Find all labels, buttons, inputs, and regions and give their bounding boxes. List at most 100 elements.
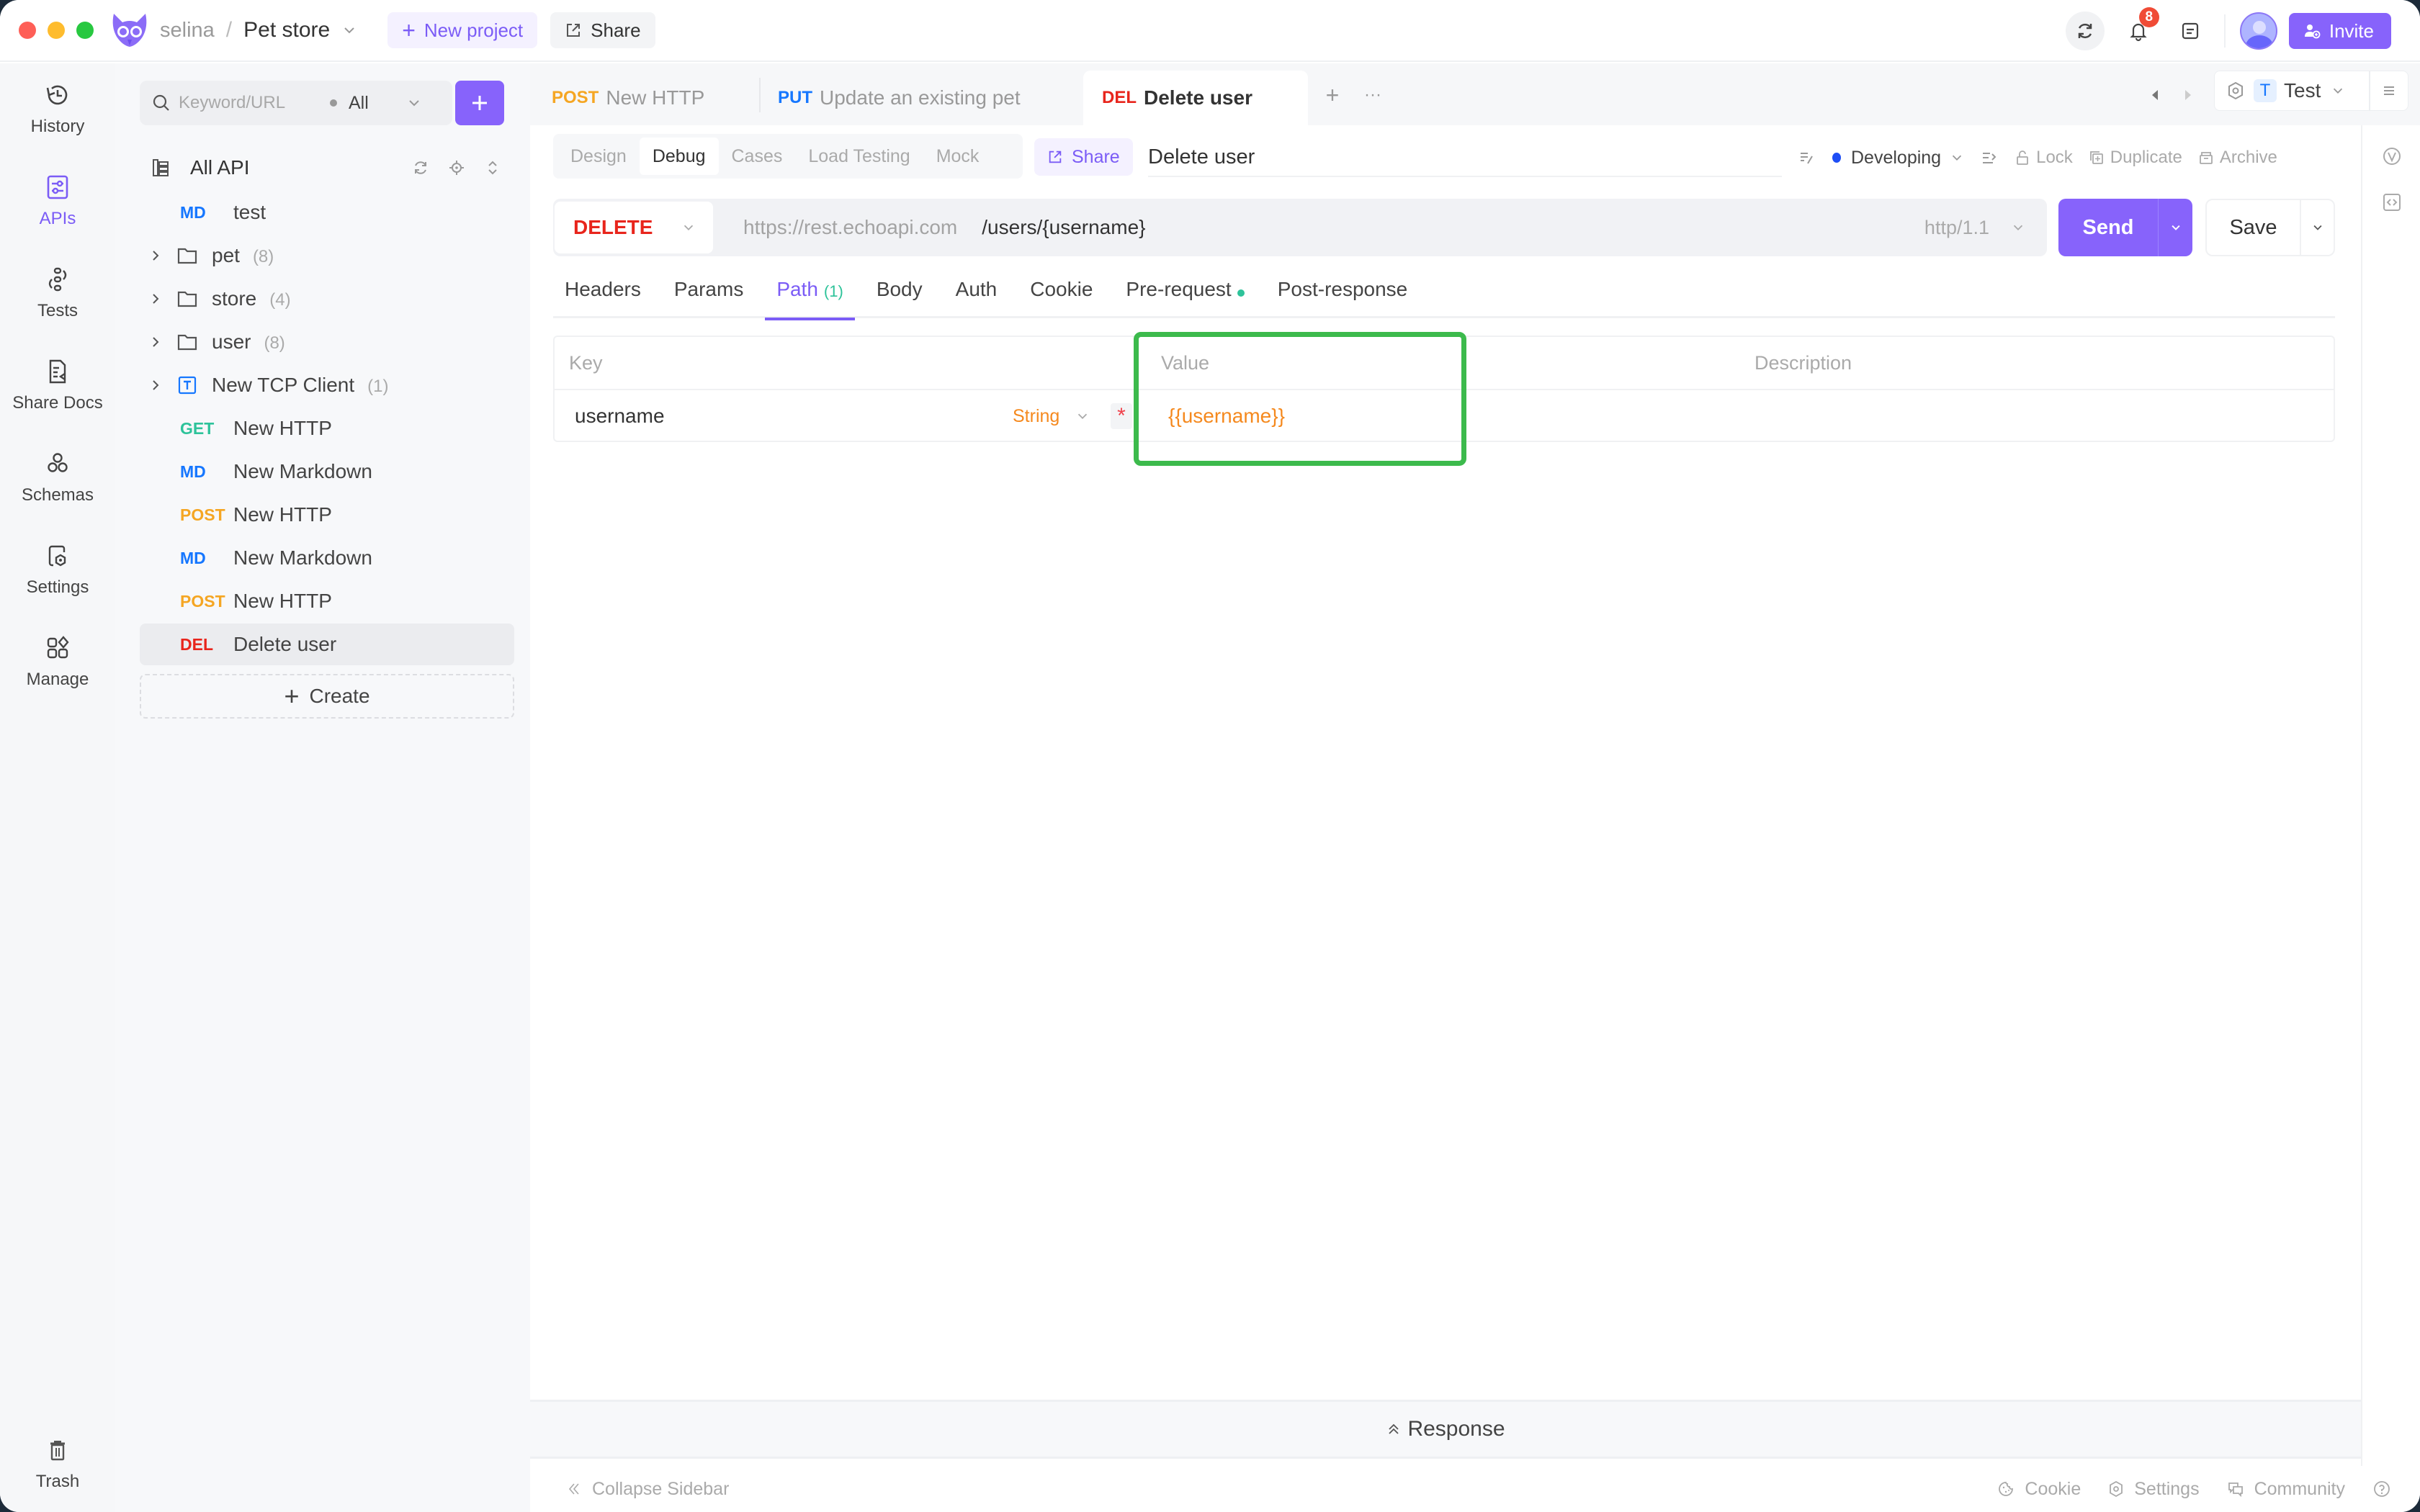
- close-window-button[interactable]: [19, 22, 36, 39]
- footer-community-button[interactable]: Community: [2227, 1479, 2345, 1500]
- environment-settings-icon[interactable]: [2226, 81, 2245, 101]
- subtab-debug[interactable]: Debug: [639, 138, 719, 175]
- nav-manage[interactable]: Manage: [0, 634, 115, 690]
- tree-item[interactable]: MD New Markdown: [140, 537, 514, 579]
- method-badge: POST: [180, 591, 225, 611]
- version-icon[interactable]: [2381, 145, 2403, 167]
- param-key[interactable]: username: [575, 390, 665, 442]
- tab-pre-request[interactable]: Pre-request: [1114, 272, 1255, 318]
- all-api-header[interactable]: All API: [151, 150, 501, 186]
- sync-button[interactable]: [2065, 12, 2105, 50]
- subtab-design[interactable]: Design: [557, 138, 640, 175]
- subtab-mock[interactable]: Mock: [923, 138, 992, 175]
- base-url[interactable]: https://rest.echoapi.com: [743, 216, 957, 239]
- nav-schemas[interactable]: Schemas: [0, 449, 115, 505]
- tab-prev-icon[interactable]: [2146, 85, 2164, 105]
- new-tab-button[interactable]: +: [1321, 82, 1344, 108]
- add-api-button[interactable]: [455, 81, 504, 125]
- tree-folder[interactable]: user (8): [140, 321, 514, 363]
- method-select[interactable]: DELETE: [555, 202, 713, 253]
- tree-folder[interactable]: pet (8): [140, 235, 514, 276]
- archive-button[interactable]: Archive: [2198, 148, 2277, 168]
- duplicate-button[interactable]: Duplicate: [2089, 148, 2182, 168]
- param-type-select[interactable]: String: [1013, 390, 1090, 442]
- menu-icon[interactable]: [2380, 82, 2398, 99]
- minimize-window-button[interactable]: [48, 22, 65, 39]
- chevron-right-icon[interactable]: [147, 247, 164, 264]
- more-tabs-button[interactable]: ···: [1361, 84, 1384, 107]
- footer-settings-button[interactable]: Settings: [2108, 1479, 2200, 1500]
- expand-collapse-icon[interactable]: [484, 159, 501, 176]
- create-button[interactable]: + Create: [140, 674, 514, 719]
- chevron-down-icon[interactable]: [341, 22, 357, 38]
- status-dropdown[interactable]: Developing: [1832, 148, 1964, 168]
- new-project-button[interactable]: + New project: [387, 12, 538, 48]
- locate-icon[interactable]: [448, 159, 465, 176]
- tab-body[interactable]: Body: [865, 272, 934, 318]
- invite-label: Invite: [2329, 19, 2374, 42]
- tab-update-pet[interactable]: PUT Update an existing pet: [778, 71, 1021, 125]
- url-path-input[interactable]: /users/{username}: [982, 216, 1145, 239]
- workspace-user[interactable]: selina: [160, 19, 215, 42]
- tab-new-http[interactable]: POST New HTTP: [552, 71, 704, 125]
- save-options-button[interactable]: [2300, 200, 2334, 255]
- tab-delete-user[interactable]: DEL Delete user: [1083, 71, 1308, 125]
- tab-cookie[interactable]: Cookie: [1018, 272, 1104, 318]
- chevron-right-icon[interactable]: [147, 290, 164, 307]
- tree-item[interactable]: MD New Markdown: [140, 451, 514, 492]
- share-api-button[interactable]: Share: [1034, 138, 1133, 176]
- chevron-right-icon[interactable]: [147, 377, 164, 394]
- refresh-icon[interactable]: [412, 159, 429, 176]
- tab-auth[interactable]: Auth: [944, 272, 1009, 318]
- filter-dropdown[interactable]: All: [330, 93, 422, 114]
- nav-history[interactable]: History: [0, 81, 115, 137]
- tree-item[interactable]: MD test: [140, 192, 514, 233]
- tab-next-icon[interactable]: [2179, 85, 2197, 105]
- tree-item-selected[interactable]: DEL Delete user: [140, 624, 514, 665]
- code-icon[interactable]: [2381, 192, 2403, 213]
- send-button[interactable]: Send: [2058, 199, 2192, 256]
- subtab-cases[interactable]: Cases: [719, 138, 796, 175]
- nav-trash[interactable]: Trash: [0, 1436, 115, 1492]
- share-project-button[interactable]: Share: [550, 12, 655, 48]
- invite-button[interactable]: Invite: [2288, 13, 2391, 49]
- tree-tcp-client[interactable]: New TCP Client (1): [140, 364, 514, 406]
- tree-folder[interactable]: store (4): [140, 278, 514, 320]
- response-panel-toggle[interactable]: Response: [530, 1400, 2361, 1459]
- notes-button[interactable]: [2171, 12, 2210, 50]
- collapse-sidebar-label: Collapse Sidebar: [592, 1478, 730, 1499]
- subtab-load-testing[interactable]: Load Testing: [795, 138, 923, 175]
- send-options-button[interactable]: [2158, 199, 2192, 256]
- tab-headers[interactable]: Headers: [553, 272, 653, 318]
- chevron-right-icon[interactable]: [147, 333, 164, 351]
- share-label: Share: [1072, 146, 1120, 167]
- help-icon[interactable]: [2372, 1480, 2391, 1498]
- tree-item[interactable]: POST New HTTP: [140, 580, 514, 622]
- search-input[interactable]: [179, 93, 323, 113]
- protocol-select[interactable]: http/1.1: [1924, 217, 2025, 239]
- footer-cookie-button[interactable]: Cookie: [1997, 1479, 2081, 1500]
- tab-post-response[interactable]: Post-response: [1266, 272, 1420, 318]
- environment-selector[interactable]: T Test: [2214, 71, 2408, 111]
- nav-apis[interactable]: APIs: [0, 173, 115, 229]
- tree-item[interactable]: GET New HTTP: [140, 408, 514, 449]
- nav-tests[interactable]: Tests: [0, 265, 115, 321]
- param-description[interactable]: [1754, 390, 2316, 442]
- required-toggle[interactable]: *: [1111, 390, 1132, 442]
- maximize-window-button[interactable]: [76, 22, 94, 39]
- lock-button[interactable]: Lock: [2015, 148, 2073, 168]
- project-name[interactable]: Pet store: [243, 18, 330, 42]
- notifications-button[interactable]: 8: [2119, 7, 2159, 50]
- edit-description-icon[interactable]: [1798, 148, 1816, 167]
- tree-item[interactable]: POST New HTTP: [140, 494, 514, 536]
- outline-icon[interactable]: [1980, 148, 1999, 167]
- collapse-sidebar-button[interactable]: Collapse Sidebar: [566, 1479, 729, 1500]
- user-avatar[interactable]: [2239, 12, 2277, 50]
- nav-settings[interactable]: Settings: [0, 541, 115, 598]
- save-button[interactable]: Save: [2205, 199, 2335, 256]
- tab-path[interactable]: Path (1): [765, 272, 855, 320]
- param-value[interactable]: {{username}}: [1168, 390, 1285, 442]
- tab-params[interactable]: Params: [663, 272, 755, 318]
- nav-share-docs[interactable]: Share Docs: [0, 357, 115, 413]
- api-name-input[interactable]: Delete user: [1148, 138, 1782, 177]
